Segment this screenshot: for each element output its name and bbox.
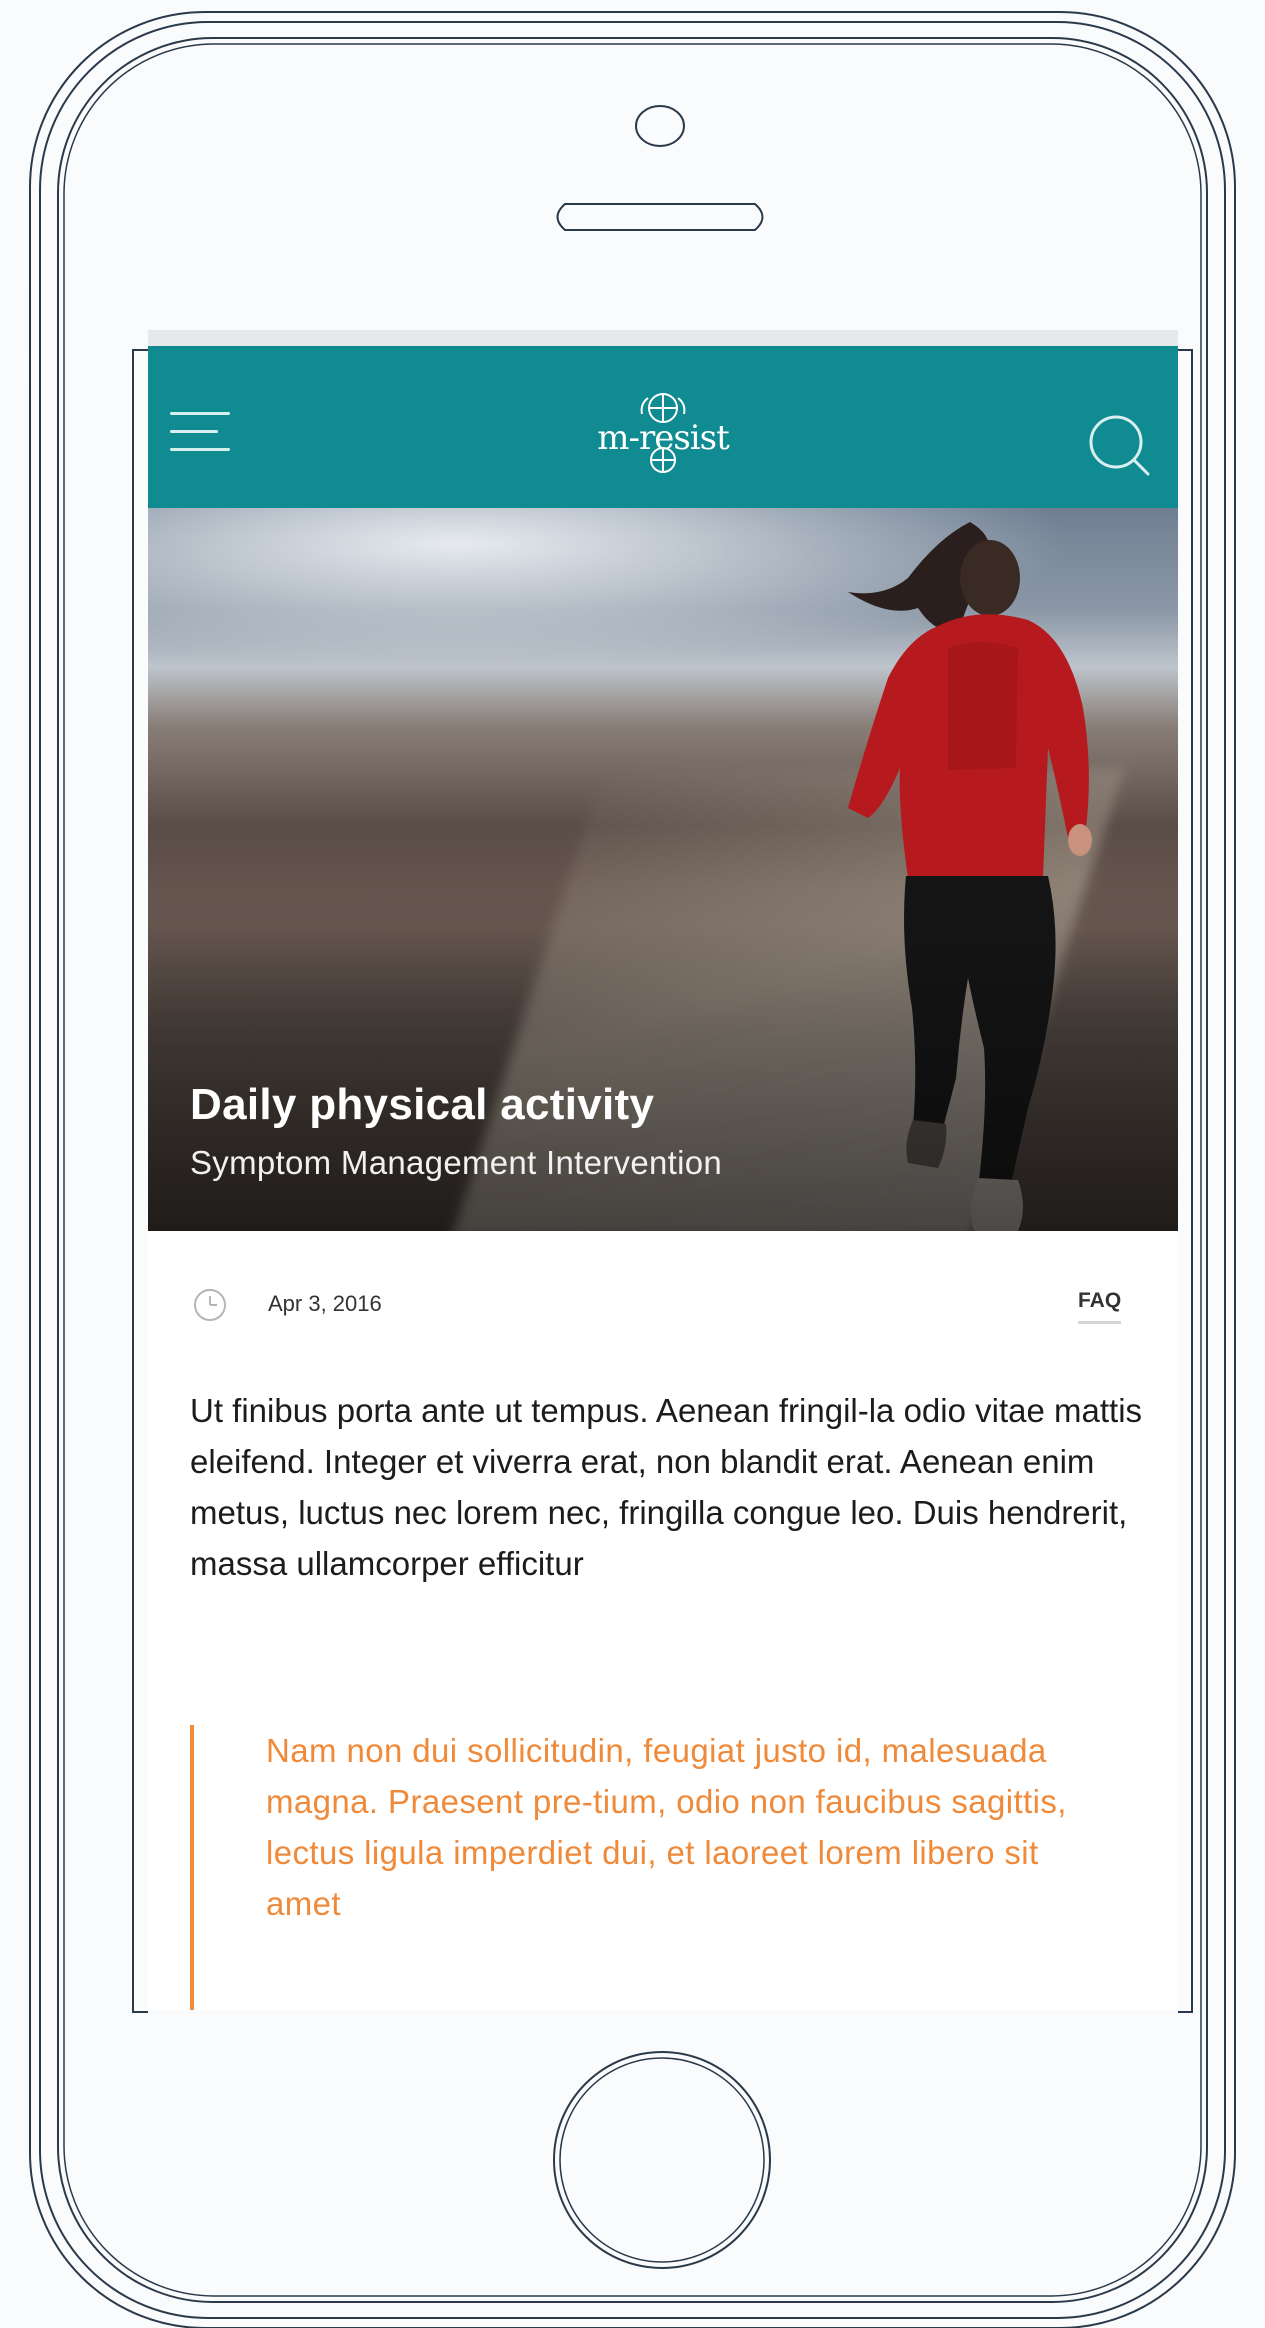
home-button	[553, 2051, 771, 2269]
hero-title: Daily physical activity	[190, 1080, 655, 1129]
m-resist-logo[interactable]: m-resist	[578, 388, 748, 478]
faq-link[interactable]: FAQ	[1078, 1289, 1122, 1324]
camera-icon	[635, 105, 685, 147]
hero-subtitle: Symptom Management Intervention	[190, 1144, 723, 1181]
status-bar	[148, 330, 1178, 346]
phone-mockup: m-resist Daily physical activity Symptom…	[0, 0, 1265, 2328]
article-meta: Apr 3, 2016 FAQ	[148, 1231, 1178, 1361]
blockquote-text: Nam non dui sollicitudin, feugiat justo …	[266, 1732, 1067, 1922]
logo-text: m-resist	[597, 418, 730, 458]
clock-icon	[192, 1287, 228, 1323]
hero-image: Daily physical activity Symptom Manageme…	[148, 508, 1178, 1231]
search-icon[interactable]	[1084, 410, 1154, 480]
hamburger-menu-icon[interactable]	[170, 406, 236, 458]
speaker-grille	[556, 203, 764, 231]
article-date: Apr 3, 2016	[268, 1291, 382, 1316]
phone-screen: m-resist Daily physical activity Symptom…	[148, 330, 1178, 2010]
article-body: Ut finibus porta ante ut tempus. Aenean …	[190, 1392, 1143, 1582]
app-header: m-resist	[148, 346, 1178, 508]
blockquote: Nam non dui sollicitudin, feugiat justo …	[190, 1725, 1154, 2010]
